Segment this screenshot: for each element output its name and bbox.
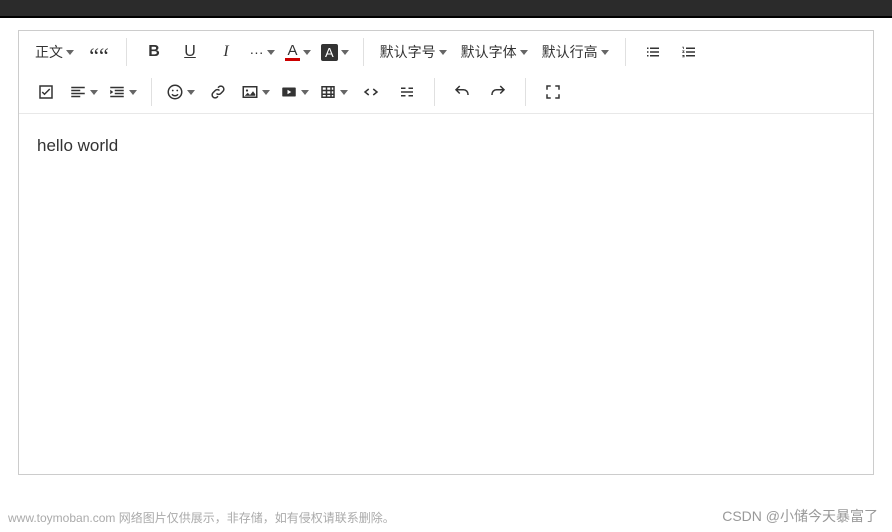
group-insert — [158, 75, 428, 109]
font-size-dropdown[interactable]: 默认字号 — [374, 35, 453, 69]
rich-text-editor: 正文 ““ B U I ··· — [18, 30, 874, 475]
chevron-down-icon — [267, 50, 275, 55]
redo-icon — [489, 83, 507, 101]
italic-icon: I — [223, 43, 228, 61]
table-icon — [319, 83, 337, 101]
link-icon — [209, 83, 227, 101]
bullet-list-icon — [644, 43, 662, 61]
video-icon — [280, 83, 298, 101]
group-history — [441, 75, 519, 109]
underline-button[interactable]: U — [173, 35, 207, 69]
chevron-down-icon — [601, 50, 609, 55]
divider — [525, 78, 526, 106]
editor-content-area[interactable]: hello world — [19, 114, 873, 474]
chevron-down-icon — [90, 90, 98, 95]
group-list — [632, 35, 710, 69]
chevron-down-icon — [301, 90, 309, 95]
bold-icon: B — [148, 43, 160, 61]
bg-color-icon: A — [321, 44, 338, 61]
chevron-down-icon — [187, 90, 195, 95]
heading-label: 正文 — [35, 42, 63, 62]
font-size-label: 默认字号 — [380, 42, 436, 62]
group-fullscreen — [532, 75, 574, 109]
fullscreen-button[interactable] — [536, 75, 570, 109]
font-family-dropdown[interactable]: 默认字体 — [455, 35, 534, 69]
link-button[interactable] — [201, 75, 235, 109]
divider-button[interactable] — [390, 75, 424, 109]
indent-icon — [108, 83, 126, 101]
blockquote-button[interactable]: ““ — [82, 35, 116, 69]
fullscreen-icon — [544, 83, 562, 101]
quote-icon: ““ — [89, 43, 109, 61]
font-family-label: 默认字体 — [461, 42, 517, 62]
code-block-button[interactable] — [354, 75, 388, 109]
image-icon — [241, 83, 259, 101]
undo-button[interactable] — [445, 75, 479, 109]
bullet-list-button[interactable] — [636, 35, 670, 69]
code-icon — [362, 83, 380, 101]
watermark-bottom: www.toymoban.com 网络图片仅供展示，非存储，如有侵权请联系删除。 — [8, 509, 395, 526]
video-dropdown[interactable] — [276, 75, 313, 109]
emoji-dropdown[interactable] — [162, 75, 199, 109]
chevron-down-icon — [66, 50, 74, 55]
line-height-label: 默认行高 — [542, 42, 598, 62]
redo-button[interactable] — [481, 75, 515, 109]
group-todo-align — [25, 75, 145, 109]
table-dropdown[interactable] — [315, 75, 352, 109]
toolbar-row-2 — [25, 75, 867, 109]
watermark-right: CSDN @小储今天暴富了 — [722, 506, 878, 526]
chevron-down-icon — [262, 90, 270, 95]
group-text-style: B U I ··· A A — [133, 35, 357, 69]
todo-icon — [37, 83, 55, 101]
todo-button[interactable] — [29, 75, 63, 109]
content-text: hello world — [37, 136, 118, 155]
heading-dropdown[interactable]: 正文 — [29, 35, 80, 69]
hr-icon — [398, 83, 416, 101]
chevron-down-icon — [439, 50, 447, 55]
underline-icon: U — [184, 43, 196, 61]
emoji-icon — [166, 83, 184, 101]
browser-chrome — [0, 0, 892, 18]
font-color-icon: A — [285, 44, 299, 61]
divider — [434, 78, 435, 106]
divider — [363, 38, 364, 66]
undo-icon — [453, 83, 471, 101]
align-dropdown[interactable] — [65, 75, 102, 109]
chevron-down-icon — [129, 90, 137, 95]
numbered-list-icon — [680, 43, 698, 61]
more-styles-dropdown[interactable]: ··· — [245, 35, 279, 69]
align-icon — [69, 83, 87, 101]
image-dropdown[interactable] — [237, 75, 274, 109]
bg-color-dropdown[interactable]: A — [317, 35, 353, 69]
editor-toolbar: 正文 ““ B U I ··· — [19, 31, 873, 114]
indent-dropdown[interactable] — [104, 75, 141, 109]
bold-button[interactable]: B — [137, 35, 171, 69]
chevron-down-icon — [520, 50, 528, 55]
chevron-down-icon — [340, 90, 348, 95]
chevron-down-icon — [341, 50, 349, 55]
line-height-dropdown[interactable]: 默认行高 — [536, 35, 615, 69]
page-body: 正文 ““ B U I ··· — [0, 18, 892, 475]
group-heading: 正文 ““ — [25, 35, 120, 69]
italic-button[interactable]: I — [209, 35, 243, 69]
font-color-dropdown[interactable]: A — [281, 35, 315, 69]
divider — [625, 38, 626, 66]
numbered-list-button[interactable] — [672, 35, 706, 69]
divider — [126, 38, 127, 66]
group-font: 默认字号 默认字体 默认行高 — [370, 35, 619, 69]
chevron-down-icon — [303, 50, 311, 55]
divider — [151, 78, 152, 106]
more-icon: ··· — [250, 44, 264, 60]
